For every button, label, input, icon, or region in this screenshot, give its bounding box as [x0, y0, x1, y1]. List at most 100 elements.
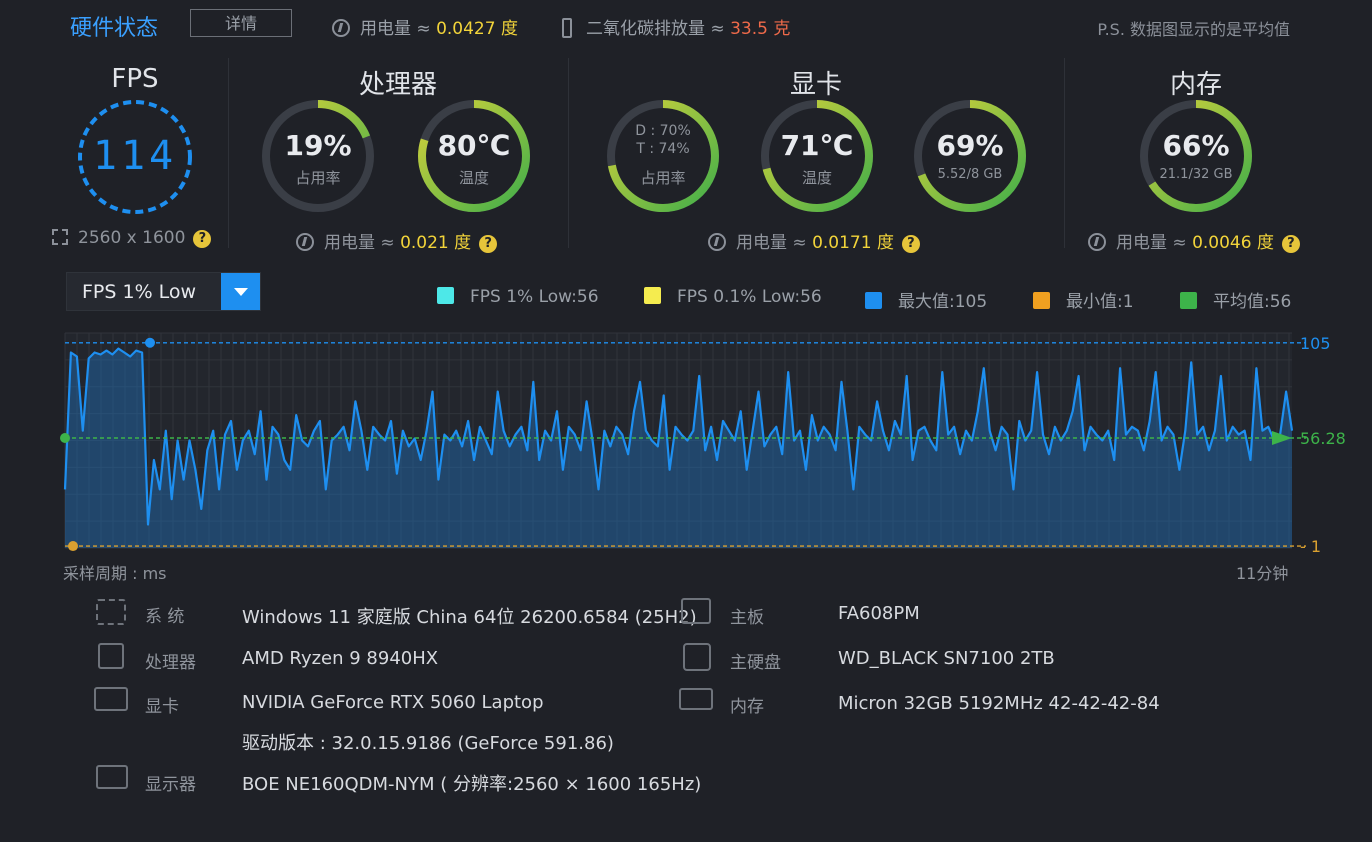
- info-label-display: 显示器: [145, 775, 196, 795]
- legend-item: FPS 0.1% Low:56: [644, 287, 822, 307]
- memory-power-label: 用电量 ≈: [1116, 233, 1187, 253]
- total-power-value: 0.0427 度: [436, 19, 518, 39]
- gpu-temp-label: 温度: [801, 169, 832, 187]
- ps-note: P.S. 数据图显示的是平均值: [1097, 20, 1290, 39]
- cpu-temp-label: 温度: [458, 169, 489, 187]
- cpu-power: 用电量 ≈ 0.021 度?: [296, 228, 498, 253]
- co2-emission: 二氧化碳排放量 ≈ 33.5 克: [562, 14, 790, 39]
- co2-label: 二氧化碳排放量 ≈: [586, 19, 725, 39]
- total-power-label: 用电量 ≈: [360, 19, 431, 39]
- memory-title: 内存: [1169, 70, 1222, 100]
- gpu-vram-label: 5.52/8 GB: [937, 167, 1003, 182]
- chevron-down-icon[interactable]: [221, 273, 260, 310]
- legend-swatch: [865, 292, 882, 309]
- cpu-icon: [98, 643, 124, 669]
- metric-select-value: FPS 1% Low: [82, 281, 197, 303]
- resolution-value: 2560 x 1600: [78, 228, 186, 248]
- min-label: - 1: [1300, 537, 1321, 556]
- gpu-power-value: 0.0171 度: [812, 233, 894, 253]
- legend-label: FPS 1% Low:56: [470, 287, 599, 307]
- gpu-title: 显卡: [789, 70, 842, 100]
- divider: [228, 58, 229, 248]
- info-value-memory: Micron 32GB 5192MHz 42-42-42-84: [838, 693, 1160, 714]
- co2-value: 33.5 克: [730, 19, 791, 39]
- help-icon[interactable]: ?: [193, 230, 212, 248]
- metric-select[interactable]: FPS 1% Low: [66, 272, 261, 311]
- gpu-vram-value: 69%: [936, 129, 1004, 162]
- max-label: 105: [1300, 334, 1331, 353]
- total-power: 用电量 ≈ 0.0427 度: [332, 14, 518, 39]
- gpu-power: 用电量 ≈ 0.0171 度?: [708, 228, 920, 253]
- info-label-os: 系 统: [145, 607, 185, 627]
- fps-title: FPS: [111, 64, 159, 94]
- legend-item: 最大值:105: [865, 287, 987, 312]
- power-icon: [296, 233, 314, 251]
- gpu-vram-gauge: 69% 5.52/8 GB: [913, 99, 1027, 213]
- fps-resolution: 2560 x 1600?: [52, 228, 212, 248]
- power-icon: [708, 233, 726, 251]
- help-icon[interactable]: ?: [901, 235, 920, 253]
- info-label-gpu: 显卡: [145, 697, 179, 717]
- info-value-gpu: NVIDIA GeForce RTX 5060 Laptop: [242, 692, 544, 713]
- gpu-d-usage: D : 70%: [635, 123, 691, 139]
- legend-swatch: [1180, 292, 1197, 309]
- monitor-icon: [96, 765, 128, 789]
- gpu-usage-gauge: D : 70% T : 74% 占用率: [606, 99, 720, 213]
- memory-power: 用电量 ≈ 0.0046 度?: [1088, 228, 1300, 253]
- legend-label: FPS 0.1% Low:56: [677, 287, 822, 307]
- legend-label: 最大值:105: [898, 292, 988, 312]
- power-icon: [332, 19, 350, 37]
- gpu-power-label: 用电量 ≈: [736, 233, 807, 253]
- legend-item: 最小值:1: [1033, 287, 1134, 312]
- info-value-os: Windows 11 家庭版 China 64位 26200.6584 (25H…: [242, 607, 697, 628]
- memory-usage-value: 66%: [1162, 129, 1230, 162]
- detail-button[interactable]: 详情: [190, 9, 292, 37]
- gpu-temp-gauge: 71℃ 温度: [760, 99, 874, 213]
- chart-x-end-label: 11分钟: [1236, 564, 1289, 583]
- fps-gauge: 114: [77, 99, 193, 215]
- disk-icon: [683, 643, 711, 671]
- cpu-usage-value: 19%: [284, 129, 352, 162]
- info-label-disk: 主硬盘: [730, 653, 781, 673]
- legend-swatch: [437, 287, 454, 304]
- memory-usage-gauge: 66% 21.1/32 GB: [1139, 99, 1253, 213]
- memory-power-value: 0.0046 度: [1192, 233, 1274, 253]
- cpu-usage-label: 占用率: [295, 169, 341, 187]
- page-title: 硬件状态: [70, 16, 159, 41]
- fps-value: 114: [92, 133, 178, 179]
- legend-item: FPS 1% Low:56: [437, 287, 599, 307]
- gpu-t-usage: T : 74%: [636, 141, 690, 157]
- min-marker: [68, 541, 78, 552]
- gpu-temp-value: 71℃: [780, 129, 854, 162]
- legend-swatch: [1033, 292, 1050, 309]
- chart-x-label: 采样周期 : ms: [63, 564, 167, 583]
- gpu-usage-label: 占用率: [640, 169, 686, 187]
- legend-item: 平均值:56: [1180, 287, 1291, 312]
- legend-label: 平均值:56: [1213, 292, 1292, 312]
- info-label-memory: 内存: [730, 697, 764, 717]
- help-icon[interactable]: ?: [479, 235, 498, 253]
- help-icon[interactable]: ?: [1281, 235, 1300, 253]
- cpu-usage-gauge: 19% 占用率: [261, 99, 375, 213]
- cpu-temp-value: 80℃: [437, 129, 511, 162]
- plug-icon: [562, 18, 572, 38]
- info-value-driver: 驱动版本 : 32.0.15.9186 (GeForce 591.86): [242, 733, 614, 754]
- cpu-title: 处理器: [358, 70, 437, 100]
- cpu-temp-gauge: 80℃ 温度: [417, 99, 531, 213]
- resolution-icon: [52, 229, 68, 245]
- fps-chart: 105 56.28 - 1: [0, 325, 1372, 585]
- info-value-display: BOE NE160QDM-NYM ( 分辨率:2560 × 1600 165Hz…: [242, 774, 702, 795]
- info-value-board: FA608PM: [838, 603, 920, 624]
- cpu-power-value: 0.021 度: [400, 233, 472, 253]
- avg-marker: [60, 432, 70, 443]
- cpu-power-label: 用电量 ≈: [324, 233, 395, 253]
- info-value-cpu: AMD Ryzen 9 8940HX: [242, 648, 439, 669]
- legend-label: 最小值:1: [1066, 292, 1134, 312]
- memory-usage-label: 21.1/32 GB: [1159, 167, 1233, 182]
- gpu-icon: [94, 687, 128, 711]
- info-value-disk: WD_BLACK SN7100 2TB: [838, 648, 1055, 669]
- divider: [1064, 58, 1065, 248]
- motherboard-icon: [681, 598, 711, 624]
- divider: [568, 58, 569, 248]
- memory-icon: [679, 688, 713, 710]
